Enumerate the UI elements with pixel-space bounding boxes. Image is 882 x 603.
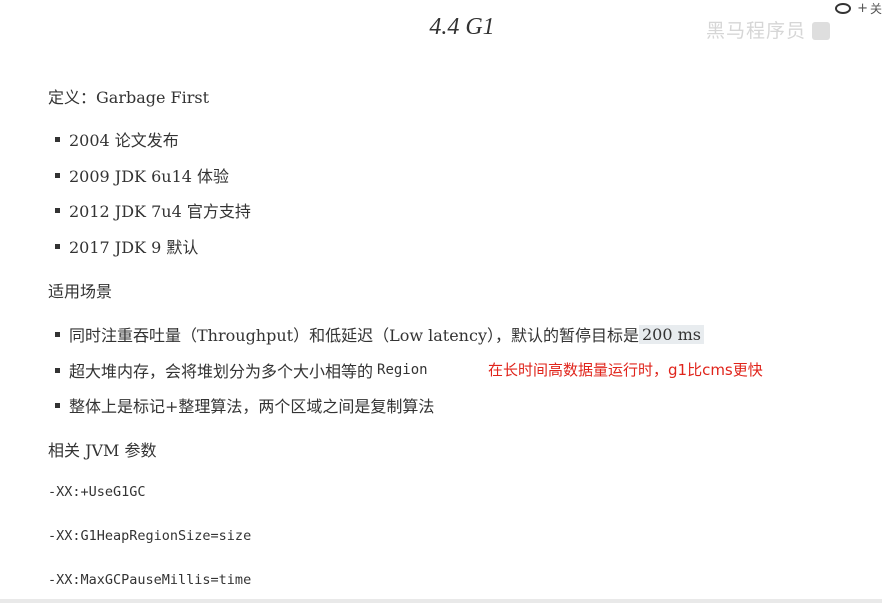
- list-item-text: 2012 JDK 7u4 官方支持: [69, 202, 251, 221]
- bullet-icon: [55, 136, 60, 142]
- pause-target-highlight: 200 ms: [639, 324, 705, 344]
- list-item: 2009 JDK 6u14 体验: [55, 163, 229, 187]
- list-item: 2004 论文发布: [55, 127, 179, 151]
- page-title: 4.4 G1: [429, 14, 495, 40]
- list-item-text: 超大堆内存，会将堆划分为多个大小相等的: [69, 362, 374, 381]
- list-item: 整体上是标记+整理算法，两个区域之间是复制算法: [55, 393, 434, 417]
- list-item: 超大堆内存，会将堆划分为多个大小相等的 Region: [55, 358, 428, 382]
- list-item-text: 同时注重吞吐量（Throughput）和低延迟（Low latency），默认的…: [69, 326, 639, 345]
- list-item-text: 2009 JDK 6u14 体验: [69, 167, 230, 186]
- jvm-params-heading: 相关 JVM 参数: [48, 441, 157, 460]
- jvm-param: -XX:+UseG1GC: [48, 484, 146, 500]
- scenarios-heading: 适用场景: [48, 282, 113, 301]
- bullet-icon: [55, 207, 60, 213]
- channel-logo-icon: [835, 2, 852, 14]
- definition-text: 定义：Garbage First: [48, 88, 210, 107]
- list-item: 2017 JDK 9 默认: [55, 234, 198, 258]
- red-annotation: 在长时间高数据量运行时，g1比cms更快: [488, 361, 763, 379]
- bottom-divider: [0, 599, 882, 603]
- bullet-icon: [55, 243, 60, 249]
- list-item-text: 2017 JDK 9 默认: [69, 238, 199, 257]
- bullet-icon: [55, 402, 60, 408]
- bullet-icon: [55, 172, 60, 178]
- list-item: 同时注重吞吐量（Throughput）和低延迟（Low latency），默认的…: [55, 322, 705, 346]
- bullet-icon: [55, 367, 60, 373]
- list-item-text: 2004 论文发布: [69, 131, 179, 150]
- jvm-param: -XX:G1HeapRegionSize=size: [48, 528, 252, 544]
- list-item-text: 整体上是标记+整理算法，两个区域之间是复制算法: [69, 397, 435, 416]
- jvm-param: -XX:MaxGCPauseMillis=time: [48, 572, 252, 588]
- list-item: 2012 JDK 7u4 官方支持: [55, 198, 251, 222]
- bullet-icon: [55, 331, 60, 337]
- region-code: Region: [377, 362, 428, 378]
